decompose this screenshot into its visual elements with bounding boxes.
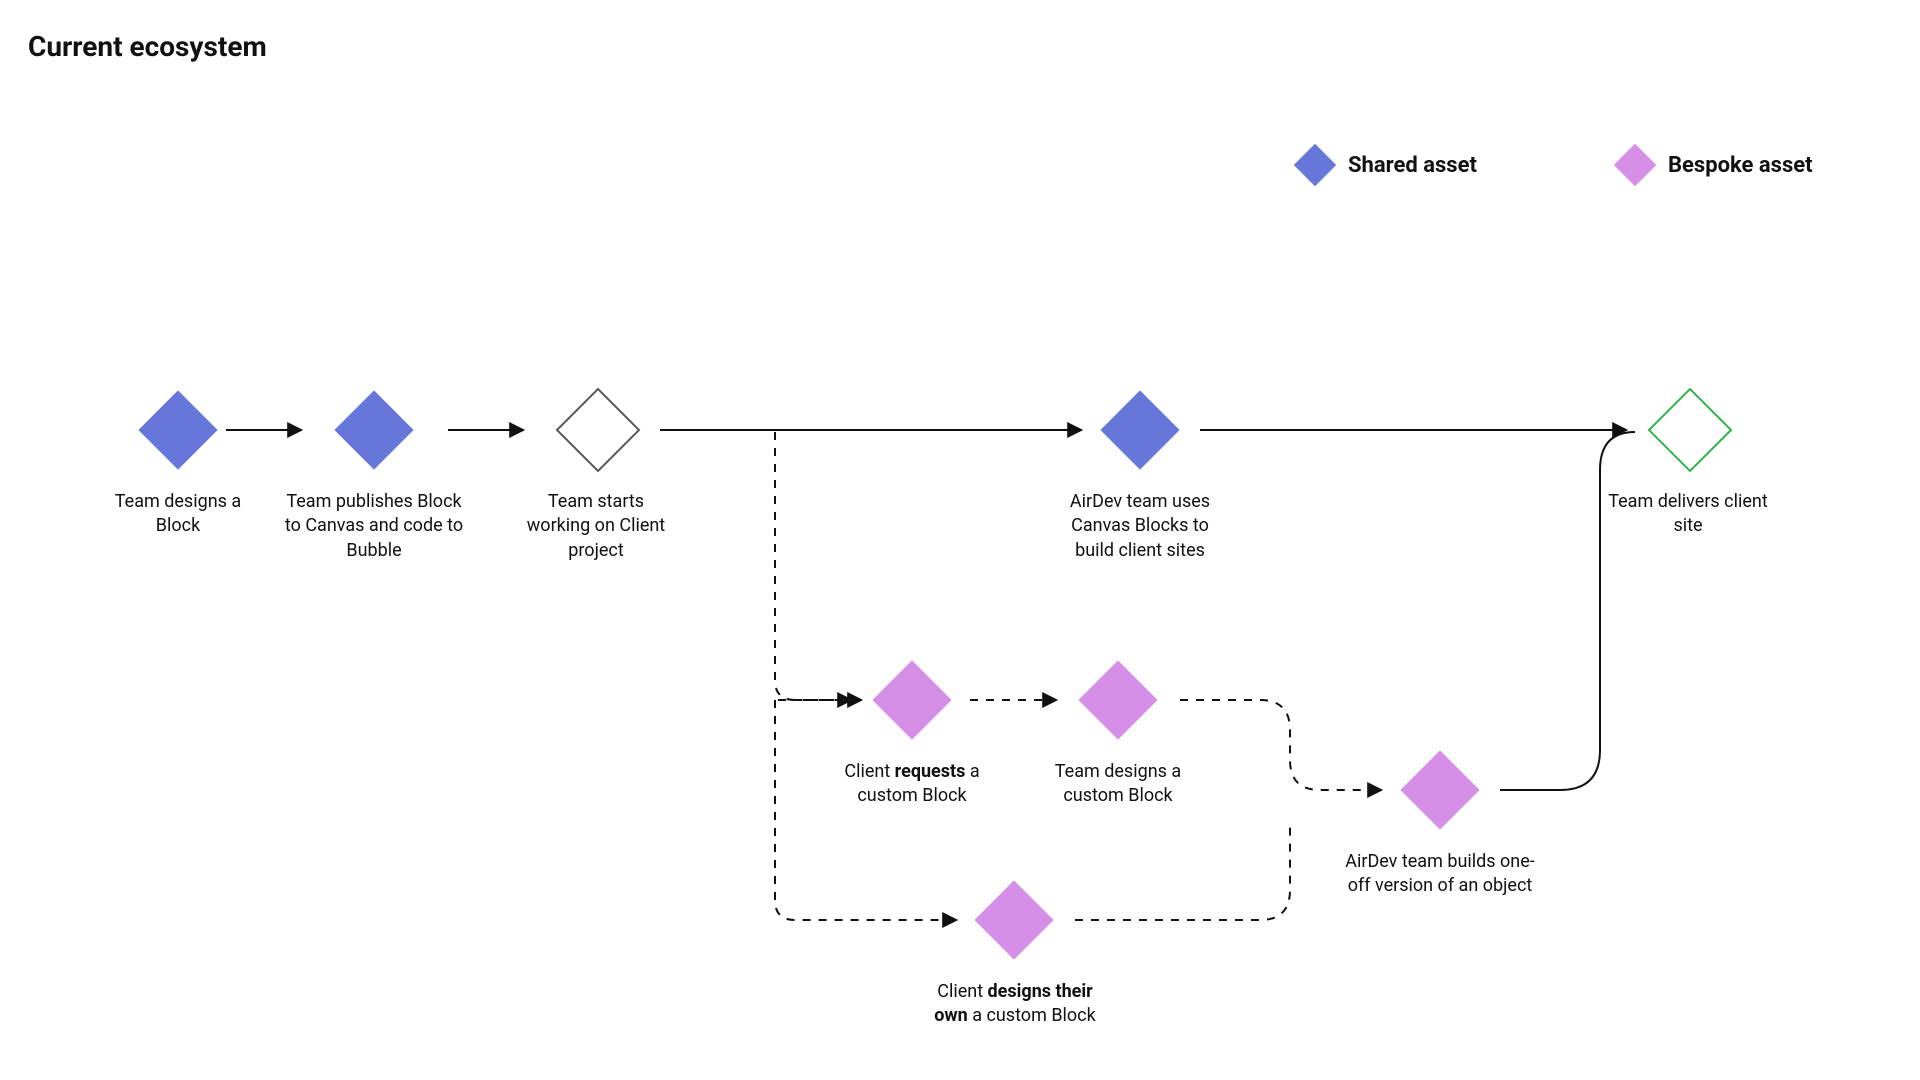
node-label: Client requests a custom Block — [822, 760, 1002, 809]
node-bespoke — [974, 880, 1053, 959]
node-bespoke — [872, 660, 951, 739]
node-label: Team delivers client site — [1608, 490, 1768, 539]
legend-bespoke: Bespoke asset — [1620, 150, 1813, 180]
node-label: Team designs a custom Block — [1028, 760, 1208, 809]
diamond-icon — [1614, 144, 1656, 186]
node-label: Team starts working on Client project — [516, 490, 676, 563]
node-label: Client designs their own a custom Block — [920, 980, 1110, 1029]
node-label: Team designs a Block — [98, 490, 258, 539]
node-shared — [334, 390, 413, 469]
node-shared — [138, 390, 217, 469]
diagram-canvas: { "title": "Current ecosystem", "legend"… — [0, 0, 1920, 1080]
node-label: AirDev team builds one-off version of an… — [1345, 850, 1535, 899]
page-title: Current ecosystem — [28, 30, 267, 63]
legend-shared: Shared asset — [1300, 150, 1477, 180]
node-bespoke — [1400, 750, 1479, 829]
legend-bespoke-label: Bespoke asset — [1668, 153, 1813, 178]
diamond-icon — [1294, 144, 1336, 186]
node-shared — [1100, 390, 1179, 469]
node-delivery — [1648, 388, 1733, 473]
node-label: Team publishes Block to Canvas and code … — [284, 490, 464, 563]
node-neutral — [556, 388, 641, 473]
node-label: AirDev team uses Canvas Blocks to build … — [1050, 490, 1230, 563]
legend-shared-label: Shared asset — [1348, 153, 1477, 178]
node-bespoke — [1078, 660, 1157, 739]
